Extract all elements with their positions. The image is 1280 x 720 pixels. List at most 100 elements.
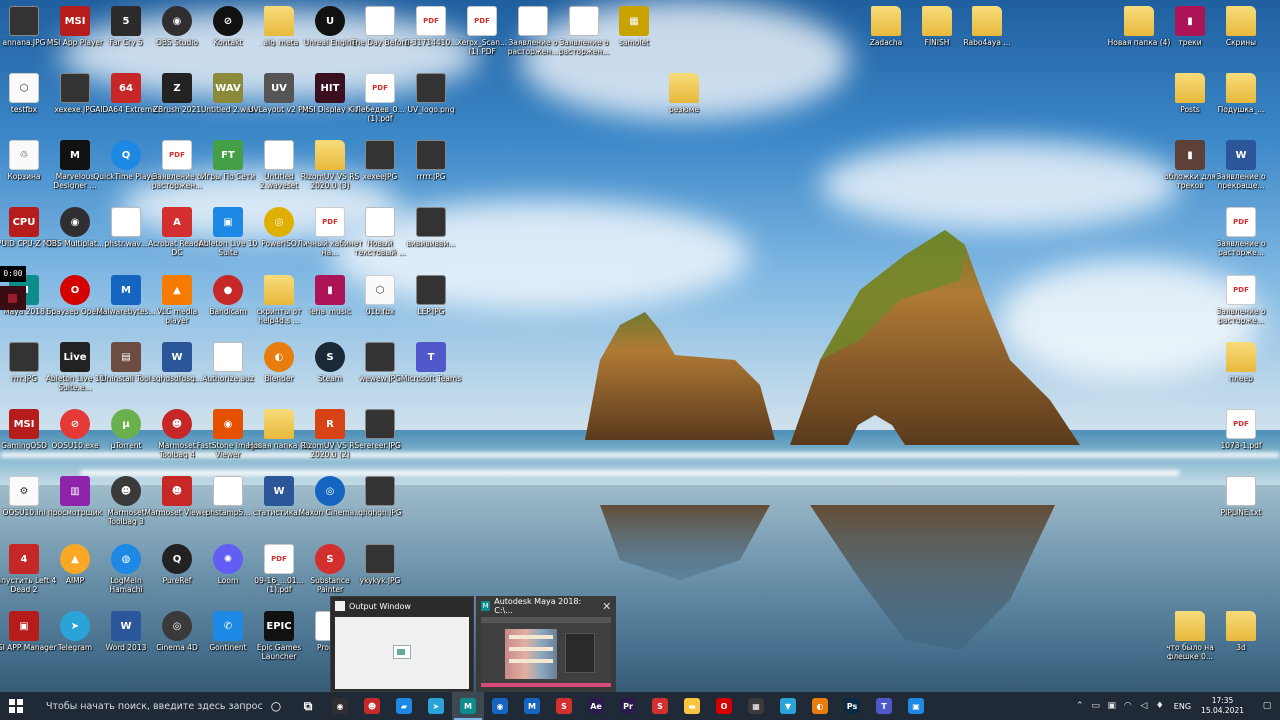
folder-icon (264, 6, 294, 36)
taskbar-app-chrome[interactable]: ◉ (484, 692, 516, 720)
icon-glyph: ▤ (121, 351, 131, 363)
taskbar-app-explorer-blue[interactable]: ▰ (388, 692, 420, 720)
app-icon: ☻ (162, 409, 192, 439)
file-explorer-icon: ▬ (684, 698, 700, 714)
document-icon (569, 6, 599, 36)
desktop-icon-label: Microsoft Teams (400, 374, 462, 383)
taskbar-app-task-view[interactable]: ⧉ (292, 692, 324, 720)
desktop-icon[interactable]: ykykyk.JPG (347, 544, 413, 585)
app-icon: ⊘ (60, 409, 90, 439)
microphone-icon[interactable]: ♦ (1152, 692, 1168, 720)
icon-glyph: μ (122, 418, 130, 430)
start-button[interactable] (0, 692, 32, 720)
desktop-icon-label: Rabo4aya ... (963, 38, 1011, 47)
taskbar-preview-output-window[interactable]: Output Window (330, 596, 474, 692)
language-indicator[interactable]: ENG (1168, 702, 1197, 711)
desktop-icon[interactable]: PIPLINE.txt (1208, 476, 1274, 517)
taskbar-app-file-explorer[interactable]: ▬ (676, 692, 708, 720)
app-icon: ▣ (9, 611, 39, 641)
desktop-icon[interactable]: UV_logo.png (398, 73, 464, 114)
icon-glyph: O (70, 284, 80, 296)
display-icon[interactable]: ▣ (1104, 692, 1120, 720)
taskbar-app-substance-painter[interactable]: S (644, 692, 676, 720)
taskbar-app-app-blue[interactable]: ▣ (900, 692, 932, 720)
app-icon: ◍ (111, 544, 141, 574)
desktop-icon[interactable]: erereer.JPG (347, 409, 413, 450)
wifi-icon[interactable]: ◠ (1120, 692, 1136, 720)
app-icon: ⬡ (9, 73, 39, 103)
icon-glyph: ▮ (1187, 149, 1193, 161)
desktop-icon-label: Заявление о расторже... (1216, 307, 1266, 325)
icon-glyph: FT (221, 149, 235, 161)
taskbar-app-after-effects[interactable]: Ae (580, 692, 612, 720)
icon-glyph: ◍ (121, 553, 131, 565)
notifications-icon[interactable]: ▢ (1254, 692, 1280, 720)
preview-thumbnail[interactable] (481, 617, 611, 687)
network-icon[interactable]: ▭ (1088, 692, 1104, 720)
icon-glyph: PDF (1233, 286, 1249, 294)
volume-icon[interactable]: ◁ (1136, 692, 1152, 720)
app-icon: U (315, 6, 345, 36)
desktop-icon[interactable]: PDF Заявление о расторже... (1208, 275, 1274, 325)
desktop-icon[interactable]: PDF 1073-1.pdf (1208, 409, 1274, 450)
taskbar-app-teams[interactable]: T (868, 692, 900, 720)
app-icon: ◉ (162, 6, 192, 36)
taskbar-app-malwarebytes[interactable]: M (516, 692, 548, 720)
desktop-icon[interactable]: плеер (1208, 342, 1274, 383)
desktop-icon[interactable]: T Microsoft Teams (398, 342, 464, 383)
desktop-icon[interactable]: Скрины (1208, 6, 1274, 47)
desktop-icon[interactable]: 3d (1208, 611, 1274, 652)
taskbar-app-substance[interactable]: S (548, 692, 580, 720)
icon-glyph: PDF (1233, 218, 1249, 226)
taskbar-app-maya[interactable]: M (452, 692, 484, 720)
taskbar-app-telegram[interactable]: ➤ (420, 692, 452, 720)
taskbar-app-blender[interactable]: ◐ (804, 692, 836, 720)
taskbar-app-bandicam[interactable]: ☻ (356, 692, 388, 720)
desktop-icon[interactable]: Rabo4aya ... (954, 6, 1020, 47)
taskbar-app-calculator[interactable]: ▦ (740, 692, 772, 720)
desktop-icon[interactable]: ▦ samolet (601, 6, 667, 47)
taskbar-preview-maya[interactable]: M Autodesk Maya 2018: C:\... ✕ (476, 596, 616, 692)
calculator-icon: ▦ (748, 698, 764, 714)
taskbar-app-obs[interactable]: ◉ (324, 692, 356, 720)
app-icon: ♲ (9, 140, 39, 170)
maya-icon: M (481, 601, 491, 611)
desktop-icon[interactable]: W Заявление о прекраще... (1208, 140, 1274, 190)
desktop-icon-label: Подушка_... (1217, 105, 1265, 114)
desktop-icon[interactable]: ghghgh.JPG (347, 476, 413, 517)
taskbar-app-premiere[interactable]: Pr (612, 692, 644, 720)
desktop-icon[interactable]: вивививви... (398, 207, 464, 248)
desktop-icon[interactable]: rrrrr.JPG (398, 140, 464, 181)
substance-painter-icon: S (652, 698, 668, 714)
clock[interactable]: 17:35 15.04.2021 (1197, 696, 1254, 716)
taskbar-search-box[interactable]: Чтобы начать поиск, введите здесь запрос (32, 692, 263, 720)
icon-glyph: ✆ (223, 620, 233, 632)
icon-glyph: PDF (372, 84, 388, 92)
close-icon[interactable]: ✕ (598, 600, 615, 613)
taskbar-app-shield[interactable]: ▼ (772, 692, 804, 720)
app-icon: ☻ (162, 476, 192, 506)
app-icon: 5 (111, 6, 141, 36)
taskbar-app-opera[interactable]: O (708, 692, 740, 720)
desktop-icon[interactable]: резюме (651, 73, 717, 114)
app-icon: M (60, 140, 90, 170)
recording-stop-button[interactable] (0, 286, 26, 310)
maya-icon: M (460, 698, 476, 714)
icon-glyph: Z (173, 82, 181, 94)
icon-glyph: ▲ (173, 284, 181, 296)
app-icon: ⚙ (9, 476, 39, 506)
chevron-up-icon[interactable]: ⌃ (1072, 692, 1088, 720)
desktop-icon-label: LEP.JPG (417, 307, 445, 316)
taskbar-app-photoshop[interactable]: Ps (836, 692, 868, 720)
desktop-icon-label: вивививви... (406, 239, 456, 248)
taskbar-app-cortana[interactable]: ○ (260, 692, 292, 720)
preview-thumbnail[interactable] (335, 617, 469, 689)
desktop-icon[interactable]: Подушка_... (1208, 73, 1274, 114)
output-window-icon (335, 601, 345, 611)
desktop-icon[interactable]: LEP.JPG (398, 275, 464, 316)
folder-icon (1226, 6, 1256, 36)
desktop-icon[interactable]: PDF Заявление о расторже... (1208, 207, 1274, 257)
icon-glyph: ● (223, 284, 233, 296)
document-icon (518, 6, 548, 36)
icon-glyph: 64 (119, 82, 133, 94)
